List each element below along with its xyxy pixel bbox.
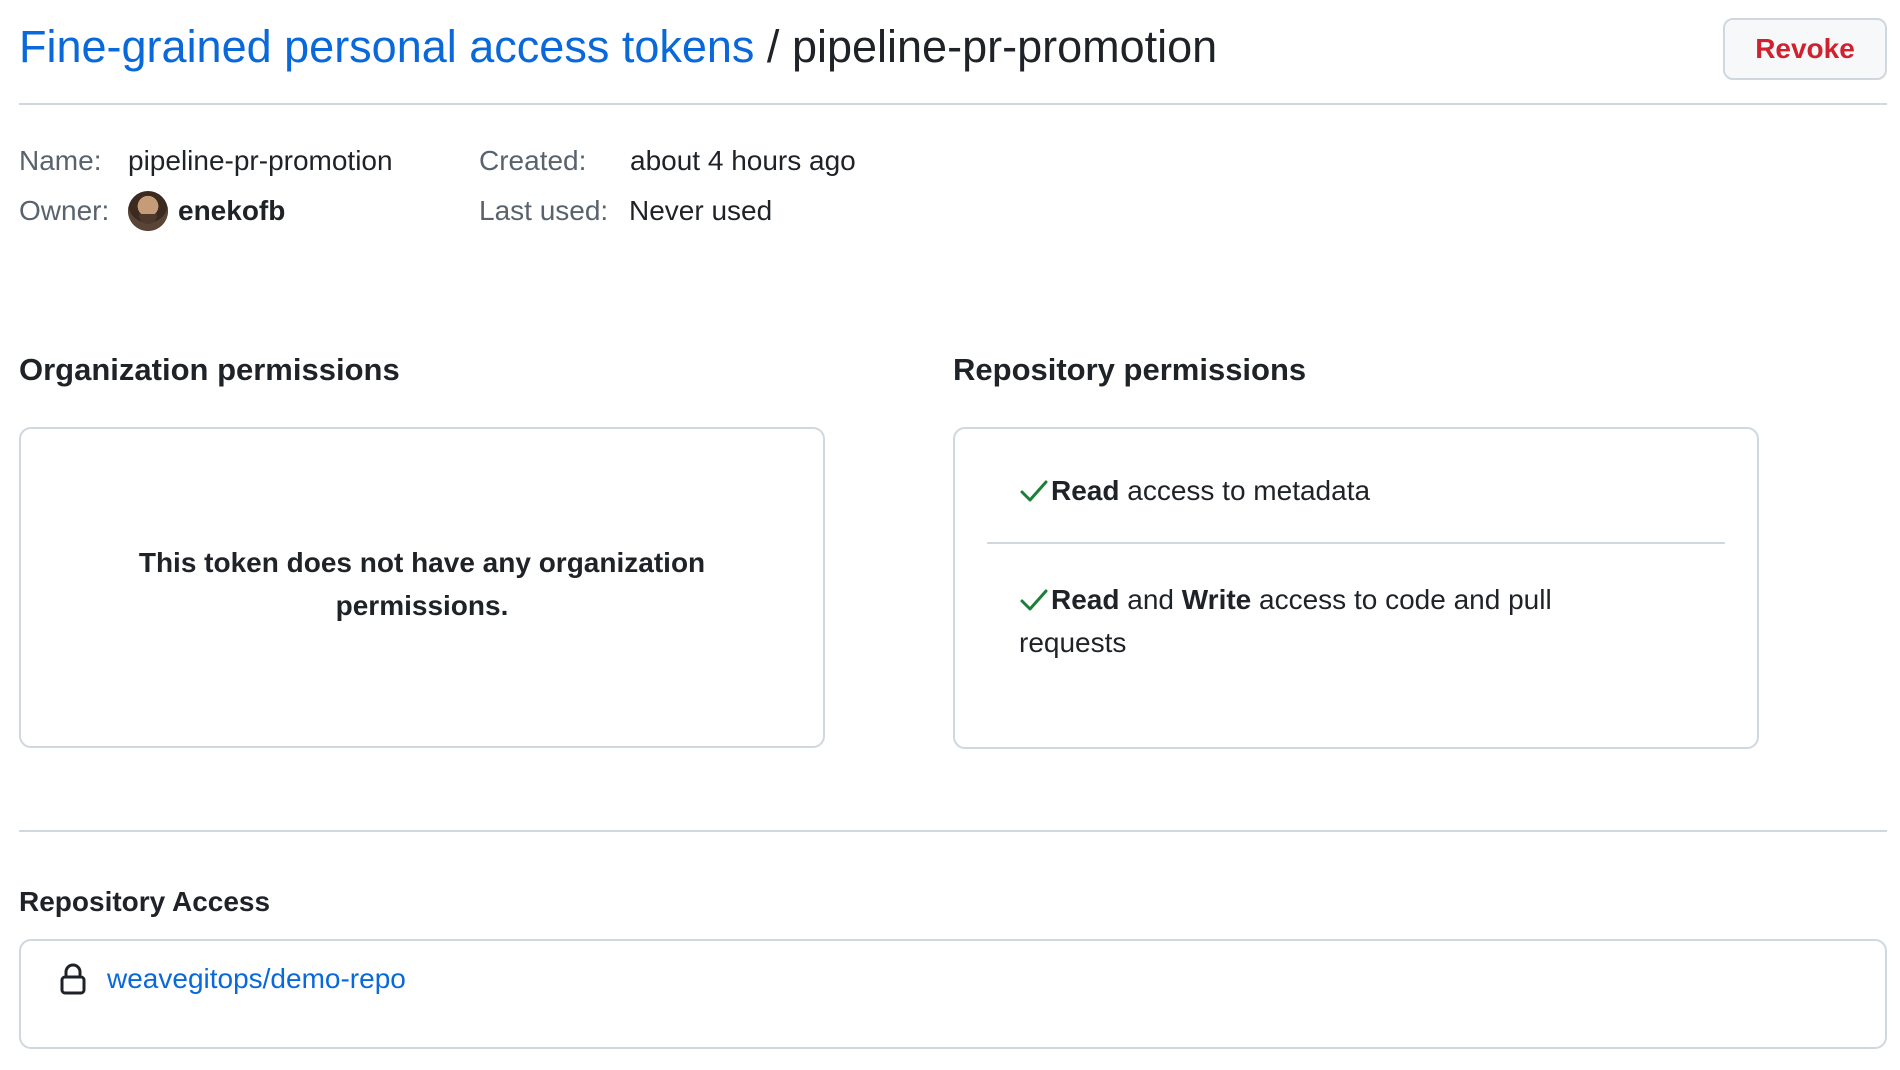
page-header: Fine-grained personal access tokens / pi… <box>19 16 1887 105</box>
revoke-button[interactable]: Revoke <box>1723 18 1887 80</box>
owner-label: Owner: <box>19 195 110 226</box>
repository-access-title: Repository Access <box>19 886 271 917</box>
repository-access-row: weavegitops/demo-repo <box>59 963 406 995</box>
permission-read-strong: Read <box>1051 475 1120 506</box>
token-metadata: Name: pipeline-pr-promotion Created: abo… <box>19 140 1019 240</box>
organization-permissions-title: Organization permissions <box>19 352 400 387</box>
permission-item-metadata: Read access to metadata <box>987 469 1725 512</box>
permission-write-strong: Write <box>1181 584 1252 615</box>
owner-link[interactable]: enekofb <box>128 190 285 232</box>
avatar <box>128 191 168 231</box>
check-icon <box>1020 589 1048 611</box>
created-label: Created: <box>479 145 587 176</box>
permission-item-code-pull-requests: Read and Write access to code and pull r… <box>987 578 1725 664</box>
meta-row-name-created: Name: pipeline-pr-promotion Created: abo… <box>19 140 1019 190</box>
check-icon <box>1020 480 1048 502</box>
last-used-value: Never used <box>629 195 773 226</box>
name-label: Name: <box>19 145 102 176</box>
repository-permissions-title: Repository permissions <box>953 352 1307 387</box>
permission-divider <box>987 542 1725 544</box>
section-divider <box>19 830 1887 832</box>
meta-row-owner-last-used: Owner: enekofb Last used: Never used <box>19 190 1019 240</box>
token-name-title: pipeline-pr-promotion <box>791 21 1218 72</box>
permission-metadata-text: access to metadata <box>1119 475 1371 506</box>
created-value: about 4 hours ago <box>630 145 856 176</box>
permission-code-text: access to code and pull <box>1251 584 1552 615</box>
repository-link[interactable]: weavegitops/demo-repo <box>107 963 406 995</box>
breadcrumb-separator: / <box>766 21 780 72</box>
permission-read-strong: Read <box>1051 584 1120 615</box>
last-used-label: Last used: <box>479 195 609 226</box>
permission-connector-text: and <box>1119 584 1182 615</box>
repository-permissions-box: Read access to metadata Read and Write a… <box>953 427 1759 749</box>
name-value: pipeline-pr-promotion <box>128 145 393 176</box>
breadcrumb-link[interactable]: Fine-grained personal access tokens <box>19 21 754 72</box>
organization-permissions-empty-message: This token does not have any organizatio… <box>138 547 706 621</box>
lock-icon <box>60 963 86 995</box>
repository-access-box: weavegitops/demo-repo <box>19 939 1887 1049</box>
owner-username: enekofb <box>178 195 286 226</box>
organization-permissions-box: This token does not have any organizatio… <box>19 427 825 748</box>
repository-permissions-list: Read access to metadata Read and Write a… <box>987 469 1725 664</box>
permission-code-text-continued: requests <box>1019 627 1127 658</box>
page-title: Fine-grained personal access tokens / pi… <box>19 16 1217 78</box>
